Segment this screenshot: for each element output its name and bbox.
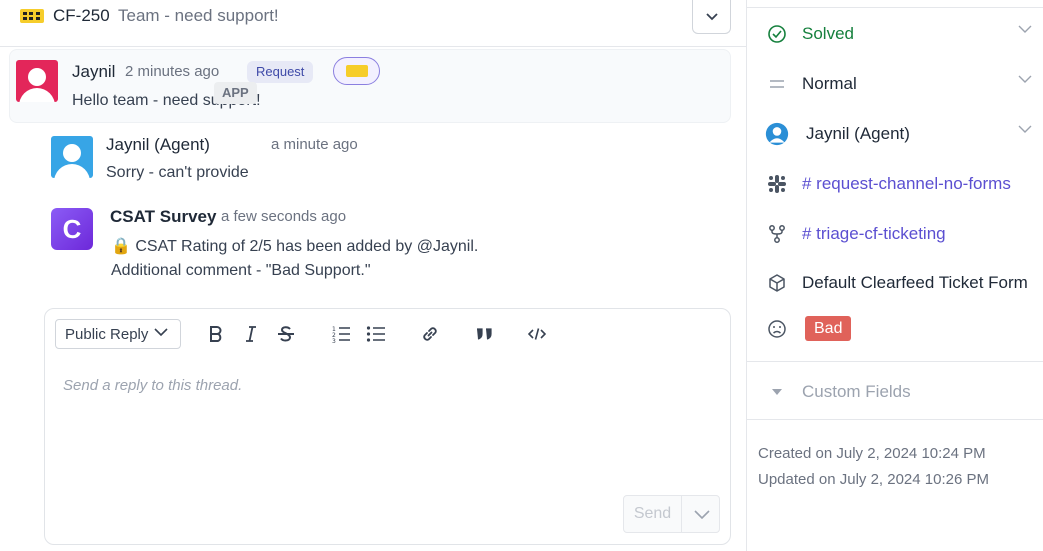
italic-icon[interactable]	[238, 321, 264, 347]
send-button[interactable]: Send	[624, 496, 682, 532]
priority-dropdown[interactable]: Normal	[747, 64, 1043, 104]
reply-type-label: Public Reply	[65, 326, 149, 343]
app-badge: APP	[214, 82, 257, 104]
reaction-button[interactable]	[333, 57, 380, 85]
assignee-dropdown[interactable]: Jaynil (Agent)	[747, 114, 1043, 154]
slack-icon	[768, 175, 786, 193]
git-fork-icon	[769, 225, 785, 243]
channel-link[interactable]: # request-channel-no-forms	[802, 174, 1011, 194]
ticket-logo-icon	[346, 65, 368, 77]
message-time: a minute ago	[271, 136, 358, 153]
reply-input[interactable]: Send a reply to this thread.	[63, 377, 242, 394]
assignee-label: Jaynil (Agent)	[806, 124, 910, 143]
strikethrough-icon[interactable]	[273, 321, 299, 347]
ticket-source-logo-icon	[20, 9, 44, 23]
ticket-id: CF-250	[53, 6, 110, 25]
ticket-thread: CF-250 Team - need support! Jaynil 2 min…	[0, 0, 746, 551]
message-author: CSAT Survey	[110, 207, 217, 226]
updated-timestamp: Updated on July 2, 2024 10:26 PM	[758, 471, 989, 488]
avatar	[16, 60, 58, 102]
link-icon[interactable]	[417, 321, 443, 347]
priority-label: Normal	[802, 74, 857, 93]
message-author: Jaynil (Agent)	[106, 135, 210, 154]
chevron-down-icon	[1018, 75, 1032, 83]
reply-type-select[interactable]: Public Reply	[55, 319, 181, 349]
created-timestamp: Created on July 2, 2024 10:24 PM	[758, 445, 986, 462]
message-text: 🔒 CSAT Rating of 2/5 has been added by @…	[111, 238, 479, 255]
ticket-form-label: Default Clearfeed Ticket Form	[802, 273, 1028, 292]
send-button-group: Send	[623, 495, 720, 533]
chevron-down-icon	[1018, 125, 1032, 133]
collapse-button[interactable]	[692, 0, 731, 34]
chevron-down-icon	[154, 328, 168, 337]
custom-fields-label: Custom Fields	[802, 382, 911, 401]
message-item: Jaynil 2 minutes ago Request Hello team …	[9, 49, 731, 123]
ticket-details-sidebar: Solved Normal Jaynil (Agent) # request-c…	[746, 0, 1043, 551]
status-dropdown[interactable]: Solved	[747, 14, 1043, 54]
message-time: 2 minutes ago	[125, 63, 220, 80]
caret-down-icon	[772, 389, 782, 395]
ticket-form-item[interactable]: Default Clearfeed Ticket Form	[747, 263, 1043, 303]
csat-item: Bad	[747, 309, 1043, 349]
triage-channel-link[interactable]: # triage-cf-ticketing	[747, 214, 1043, 254]
request-badge: Request	[247, 61, 314, 83]
sad-face-icon	[768, 320, 786, 338]
bullet-list-icon[interactable]	[363, 321, 389, 347]
channel-link[interactable]: # triage-cf-ticketing	[802, 224, 946, 244]
ticket-header: CF-250 Team - need support!	[0, 0, 746, 47]
csat-avatar: C	[51, 208, 93, 250]
cube-icon	[769, 274, 785, 292]
chevron-down-icon	[693, 509, 710, 519]
svg-text:3: 3	[332, 338, 336, 343]
code-icon[interactable]	[524, 321, 550, 347]
send-options-button[interactable]	[683, 496, 720, 532]
reply-composer: Public Reply 123 Send a reply to this th…	[44, 308, 731, 545]
message-time: a few seconds ago	[221, 208, 347, 225]
chevron-down-icon	[705, 12, 718, 20]
ticket-title: Team - need support!	[118, 6, 279, 25]
slack-channel-link[interactable]: # request-channel-no-forms	[747, 164, 1043, 204]
message-text: Sorry - can't provide	[106, 164, 249, 181]
user-avatar-icon	[765, 122, 789, 146]
status-label: Solved	[802, 24, 854, 43]
csat-badge: Bad	[805, 316, 852, 341]
ordered-list-icon[interactable]: 123	[328, 321, 354, 347]
custom-fields-toggle[interactable]: Custom Fields	[747, 372, 1043, 412]
bold-icon[interactable]	[203, 321, 229, 347]
message-author: Jaynil	[72, 62, 116, 81]
avatar	[51, 136, 93, 178]
chevron-down-icon	[1018, 25, 1032, 33]
priority-equal-icon	[770, 80, 784, 88]
quote-icon[interactable]	[471, 321, 497, 347]
check-circle-icon	[768, 25, 786, 43]
message-text-comment: Additional comment - "Bad Support."	[111, 262, 371, 279]
